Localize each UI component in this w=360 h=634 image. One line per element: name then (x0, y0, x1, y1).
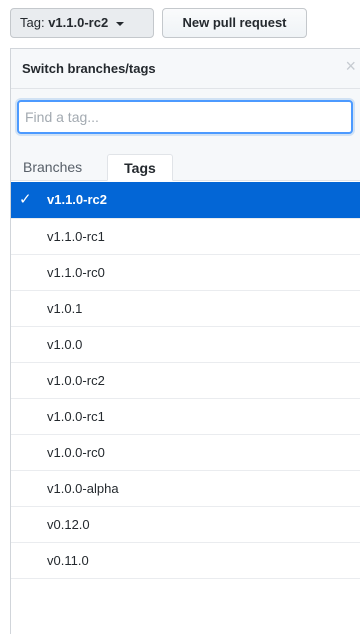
dropdown-header: Switch branches/tags × (11, 49, 360, 89)
branch-tag-dropdown: Switch branches/tags × Branches Tags ✓ v1… (10, 48, 360, 634)
find-tag-input[interactable] (17, 100, 353, 134)
tag-list: ✓ v1.1.0-rc2 v1.1.0-rc1 v1.1.0-rc0 v1.0.1 v1.… (11, 182, 360, 579)
tab-branches[interactable]: Branches (23, 154, 82, 181)
close-icon[interactable]: × (345, 57, 356, 75)
tag-item-label: v0.12.0 (47, 517, 90, 532)
tag-item-label: v1.0.0-rc1 (47, 409, 105, 424)
tag-current-value: v1.1.0-rc2 (48, 15, 109, 30)
dropdown-title: Switch branches/tags (22, 61, 156, 76)
tag-prefix-label: Tag: (20, 15, 45, 30)
dropdown-tabs: Branches Tags (11, 145, 360, 181)
tag-item-selected[interactable]: ✓ v1.1.0-rc2 (11, 182, 360, 219)
tag-item[interactable]: v1.0.0-alpha (11, 471, 360, 507)
tag-item-label: v0.11.0 (47, 553, 89, 568)
tag-item[interactable]: v1.1.0-rc0 (11, 255, 360, 291)
tag-item[interactable]: v1.0.1 (11, 291, 360, 327)
tag-item[interactable]: v1.0.0-rc2 (11, 363, 360, 399)
tag-select-button[interactable]: Tag: v1.1.0-rc2 (10, 8, 154, 38)
tag-item-label: v1.0.0 (47, 337, 83, 352)
tag-item-label: v1.1.0-rc2 (47, 192, 107, 207)
tag-item[interactable]: v1.1.0-rc1 (11, 219, 360, 255)
tag-item[interactable]: v0.11.0 (11, 543, 360, 579)
check-icon: ✓ (19, 191, 32, 208)
top-toolbar: Tag: v1.1.0-rc2 New pull request (0, 0, 360, 48)
tag-item-label: v1.1.0-rc1 (47, 229, 105, 244)
new-pull-request-button[interactable]: New pull request (162, 8, 307, 38)
tag-item-label: v1.0.0-rc0 (47, 445, 105, 460)
tab-tags[interactable]: Tags (107, 154, 173, 181)
tag-item[interactable]: v0.12.0 (11, 507, 360, 543)
tag-item[interactable]: v1.0.0-rc0 (11, 435, 360, 471)
caret-down-icon (115, 21, 124, 26)
tag-item-label: v1.0.0-rc2 (47, 373, 105, 388)
tag-item-label: v1.0.0-alpha (47, 481, 119, 496)
tag-item-label: v1.1.0-rc0 (47, 265, 105, 280)
filter-container (11, 89, 360, 145)
tag-item[interactable]: v1.0.0-rc1 (11, 399, 360, 435)
tag-item[interactable]: v1.0.0 (11, 327, 360, 363)
tag-item-label: v1.0.1 (47, 301, 83, 316)
